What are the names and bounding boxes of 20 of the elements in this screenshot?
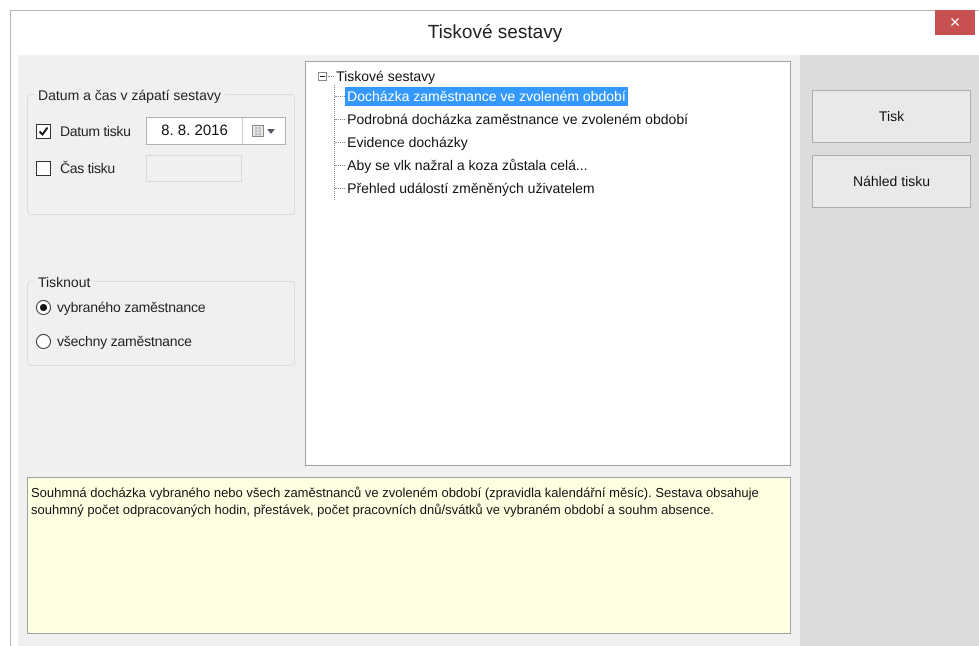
close-button[interactable]: × bbox=[935, 10, 975, 35]
description-text: Souhmná docházka vybraného nebo všech zaměstnanců ve zvoleném období (zpravidla kalendářní měsíc). Sestava obsahuje souhmný počet odpracovaných hodin, přestávek, počet pracovních dnů/svátků ve vybraném období a souhm absence. bbox=[27, 477, 791, 634]
radio-button[interactable] bbox=[36, 334, 51, 348]
calendar-dropdown-icon[interactable] bbox=[252, 125, 276, 137]
checkbox-label: Čas tisku bbox=[60, 158, 116, 178]
tree-item[interactable]: Podrobná docházka zaměstnance ve zvoleném období bbox=[345, 110, 690, 129]
tree-root-item[interactable]: Tiskové sestavy bbox=[334, 67, 438, 85]
radio-label: všechny zaměstnance bbox=[57, 332, 192, 351]
date-field[interactable]: 8. 8. 2016 bbox=[146, 117, 286, 145]
radio-button[interactable] bbox=[36, 300, 51, 314]
radio-label: vybraného zaměstnance bbox=[57, 298, 206, 317]
collapse-icon[interactable] bbox=[318, 72, 328, 80]
checkbox[interactable] bbox=[36, 124, 51, 138]
action-button[interactable]: Tisk bbox=[812, 90, 971, 143]
window-title: Tiskové sestavy bbox=[428, 20, 562, 45]
tree-item[interactable]: Přehled událostí změněných uživatelem bbox=[345, 179, 597, 198]
checkbox-label: Datum tisku bbox=[60, 122, 132, 140]
action-button[interactable]: Náhled tisku bbox=[812, 155, 971, 208]
tree-item[interactable]: Evidence docházky bbox=[345, 133, 470, 152]
tree-item[interactable]: Aby se vlk nažral a koza zůstala celá... bbox=[345, 156, 590, 175]
